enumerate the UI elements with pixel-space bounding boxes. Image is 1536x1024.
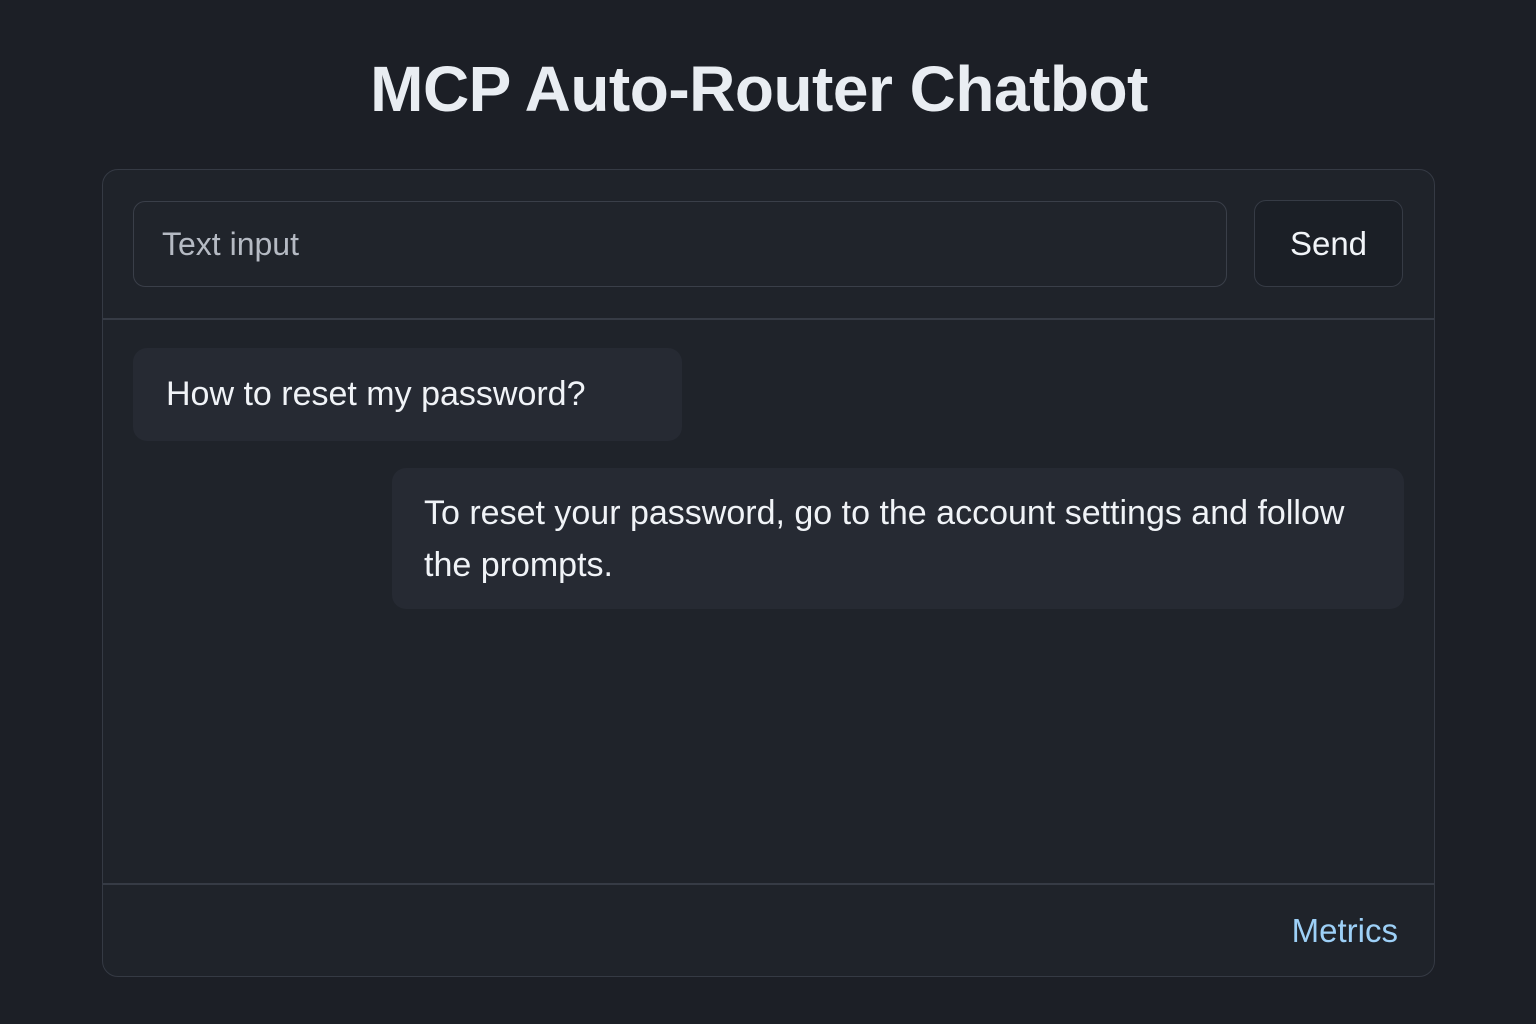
message-input[interactable] [133, 201, 1227, 287]
send-button[interactable]: Send [1254, 200, 1403, 287]
chat-panel: Send How to reset my password? To reset … [102, 169, 1435, 977]
footer-divider [103, 883, 1434, 885]
user-message: How to reset my password? [133, 348, 682, 441]
page-title: MCP Auto-Router Chatbot [370, 53, 1148, 125]
metrics-link[interactable]: Metrics [1292, 912, 1398, 950]
composer-divider [103, 318, 1434, 320]
assistant-message: To reset your password, go to the accoun… [392, 468, 1404, 609]
